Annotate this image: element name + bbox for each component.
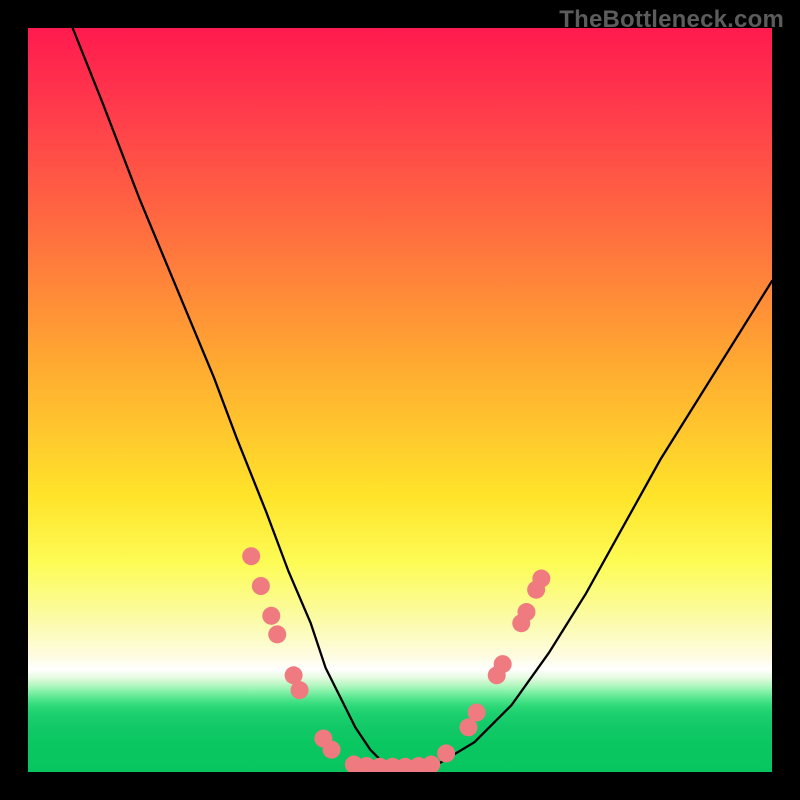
data-dot [494,655,512,673]
data-dot [291,681,309,699]
data-dot [242,547,260,565]
data-dot [268,625,286,643]
bottleneck-curve-line [73,28,772,768]
data-dot [262,607,280,625]
data-dot [517,603,535,621]
chart-plot-area [28,28,772,772]
data-dot [437,744,455,762]
data-dot [532,570,550,588]
chart-svg [28,28,772,772]
data-dots [242,547,550,772]
data-dot [252,577,270,595]
data-dot [468,703,486,721]
watermark-text: TheBottleneck.com [559,6,784,34]
data-dot [323,741,341,759]
data-dot [422,756,440,772]
